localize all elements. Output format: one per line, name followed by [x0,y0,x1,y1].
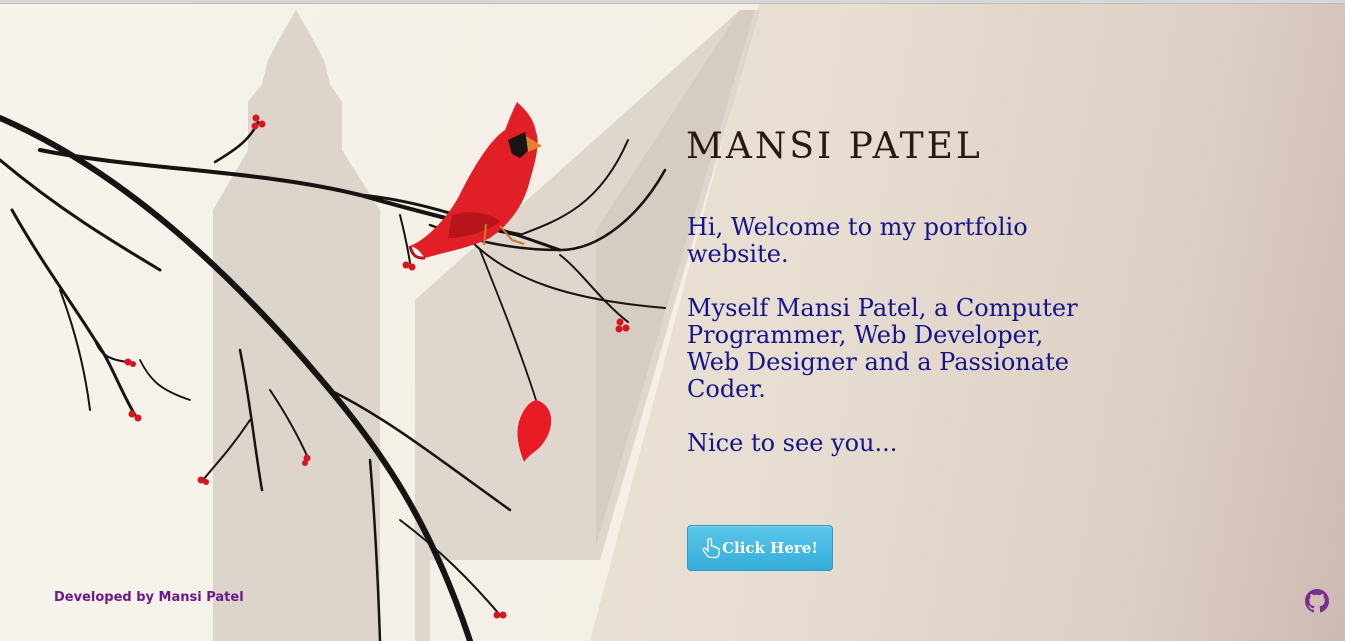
developer-credit: Developed by Mansi Patel [54,590,244,605]
github-link[interactable] [1305,589,1329,613]
github-icon [1305,589,1329,613]
background-illustration [0,0,760,641]
hand-pointer-icon [702,538,720,558]
portfolio-page: MANSI PATEL Hi, Welcome to my portfolio … [0,0,1345,641]
welcome-paragraph: Hi, Welcome to my portfolio website. [687,213,1028,268]
intro-text: Hi, Welcome to my portfolio website. Mys… [687,214,1097,484]
click-here-label: Click Here! [722,539,818,557]
click-here-button[interactable]: Click Here! [687,525,833,571]
top-border [0,0,1345,4]
page-title: MANSI PATEL [686,126,983,167]
about-paragraph: Myself Mansi Patel, a Computer Programme… [687,294,1078,403]
greeting-paragraph: Nice to see you... [687,429,898,457]
